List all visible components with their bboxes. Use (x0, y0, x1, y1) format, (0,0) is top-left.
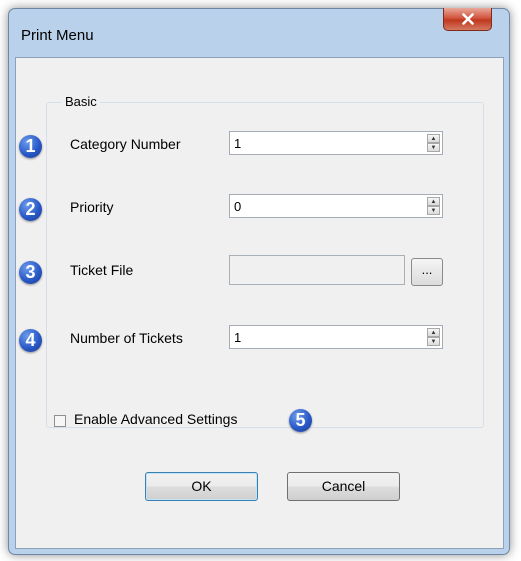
title-bar[interactable]: Print Menu (9, 8, 509, 57)
step-1-badge-icon: 1 (19, 135, 42, 158)
spin-down-icon[interactable]: ▼ (427, 206, 440, 215)
step-3-badge-icon: 3 (19, 261, 42, 284)
ok-button[interactable]: OK (145, 472, 258, 501)
enable-advanced-settings-label[interactable]: Enable Advanced Settings (74, 411, 237, 427)
spin-down-icon[interactable]: ▼ (427, 143, 440, 152)
spin-up-icon[interactable]: ▲ (427, 134, 440, 143)
step-5-badge-icon: 5 (289, 409, 312, 432)
priority-value[interactable]: 0 (234, 199, 241, 214)
close-button[interactable] (443, 8, 492, 31)
dialog-body: Basic 1 Category Number 1 ▲ ▼ 2 Priority… (15, 57, 504, 549)
category-number-spinbox[interactable]: 1 ▲ ▼ (229, 131, 443, 155)
priority-spinbox[interactable]: 0 ▲ ▼ (229, 194, 443, 218)
close-icon (461, 13, 474, 25)
number-of-tickets-spinbox[interactable]: 1 ▲ ▼ (229, 325, 443, 349)
step-2-badge-icon: 2 (19, 198, 42, 221)
step-4-badge-icon: 4 (19, 329, 42, 352)
window-title: Print Menu (21, 27, 94, 44)
cancel-button[interactable]: Cancel (287, 472, 400, 501)
number-of-tickets-value[interactable]: 1 (234, 330, 241, 345)
spin-down-icon[interactable]: ▼ (427, 337, 440, 346)
category-number-value[interactable]: 1 (234, 136, 241, 151)
priority-label: Priority (70, 199, 114, 215)
number-of-tickets-spin-arrows[interactable]: ▲ ▼ (427, 328, 440, 346)
ticket-file-input[interactable] (229, 255, 405, 285)
print-menu-dialog: Print Menu Basic 1 Category Number 1 ▲ ▼… (8, 8, 510, 555)
enable-advanced-settings-checkbox[interactable] (54, 415, 66, 427)
basic-group-label: Basic (62, 94, 100, 109)
spin-up-icon[interactable]: ▲ (427, 197, 440, 206)
ticket-file-label: Ticket File (70, 262, 134, 278)
category-number-label: Category Number (70, 136, 181, 152)
spin-up-icon[interactable]: ▲ (427, 328, 440, 337)
priority-spin-arrows[interactable]: ▲ ▼ (427, 197, 440, 215)
number-of-tickets-label: Number of Tickets (70, 330, 183, 346)
category-number-spin-arrows[interactable]: ▲ ▼ (427, 134, 440, 152)
ticket-file-browse-button[interactable]: ... (411, 258, 443, 286)
